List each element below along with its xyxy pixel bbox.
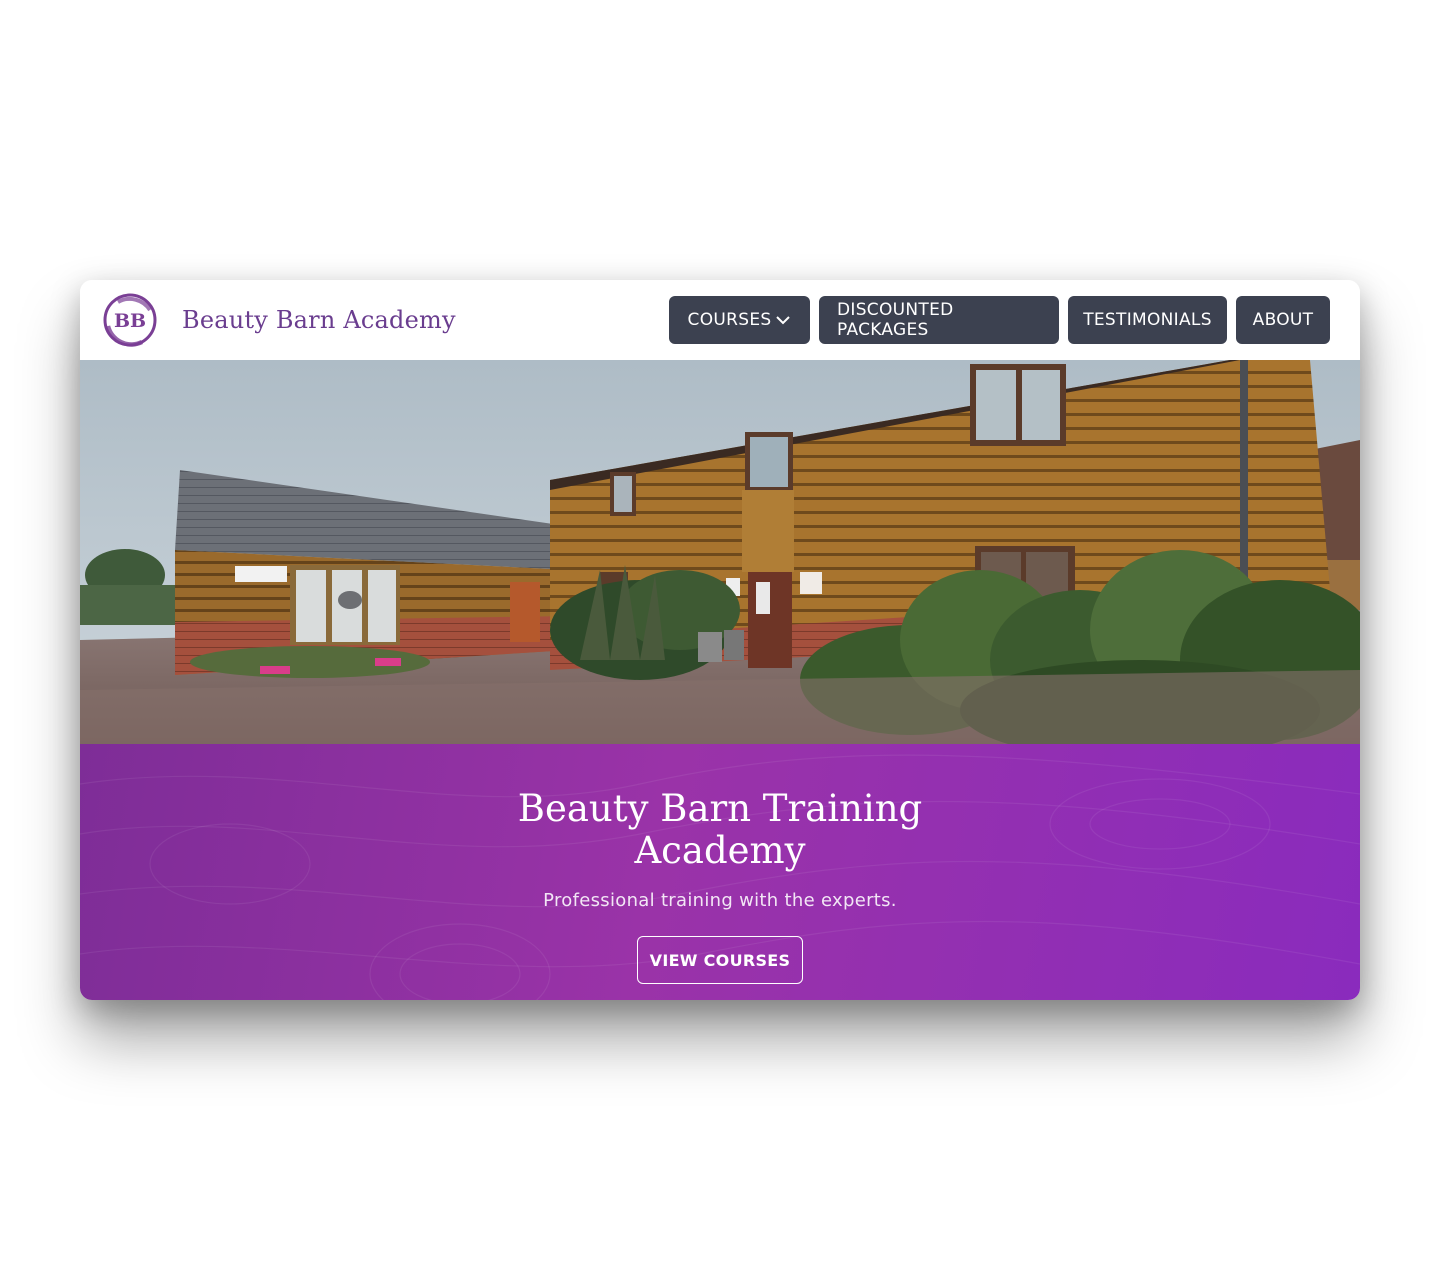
brand-logo[interactable]: BB [102, 292, 158, 348]
nav-courses-label: COURSES [687, 310, 772, 330]
nav-discounted-packages-button[interactable]: DISCOUNTED PACKAGES [819, 296, 1059, 344]
nav-courses-button[interactable]: COURSES [669, 296, 810, 344]
hero-banner: Beauty Barn Training Academy Professiona… [80, 744, 1360, 1000]
hero-subtitle: Professional training with the experts. [543, 890, 897, 911]
nav-testimonials-button[interactable]: TESTIMONIALS [1068, 296, 1227, 344]
browser-frame: BB Beauty Barn Academy COURSES DISCOUNTE… [80, 280, 1360, 1000]
hero-title: Beauty Barn Training Academy [517, 787, 923, 872]
svg-text:BB: BB [114, 310, 146, 332]
main-nav: COURSES DISCOUNTED PACKAGES TESTIMONIALS… [669, 296, 1330, 344]
chevron-down-icon [775, 312, 791, 328]
view-courses-button[interactable]: VIEW COURSES [637, 936, 803, 984]
brand-name[interactable]: Beauty Barn Academy [182, 306, 456, 334]
site-header: BB Beauty Barn Academy COURSES DISCOUNTE… [80, 280, 1360, 360]
hero-carousel-image [80, 360, 1360, 744]
nav-about-button[interactable]: ABOUT [1236, 296, 1330, 344]
